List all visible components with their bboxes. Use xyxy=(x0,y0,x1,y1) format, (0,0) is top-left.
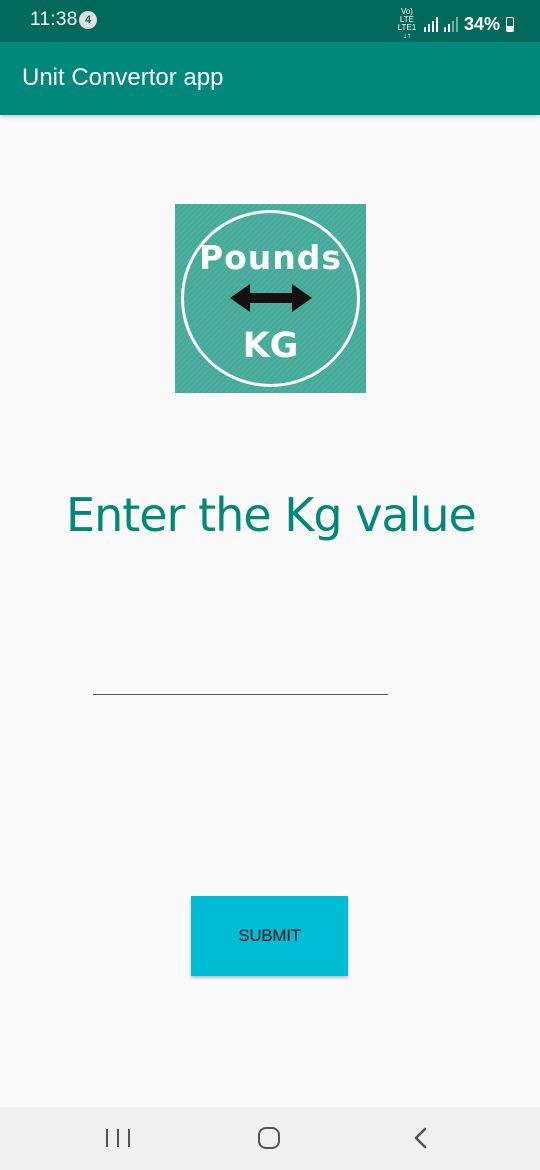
logo-bottom-text: KG xyxy=(242,326,299,366)
network-label-top: Vo) LTE xyxy=(399,7,414,24)
app-bar: Unit Convertor app xyxy=(0,42,540,115)
battery-percentage: 34% xyxy=(463,13,500,34)
submit-button[interactable]: SUBMIT xyxy=(191,896,348,976)
battery-icon xyxy=(506,16,514,32)
pounds-kg-logo: Pounds KG xyxy=(175,204,366,393)
kg-value-input[interactable] xyxy=(93,655,388,695)
network-type-icon: Vo) LTE LTE1 ↓↑ xyxy=(396,8,418,40)
navigation-bar xyxy=(0,1107,540,1170)
kg-prompt-heading: Enter the Kg value xyxy=(66,488,477,542)
back-icon[interactable] xyxy=(410,1126,432,1150)
app-title: Unit Convertor app xyxy=(22,64,224,91)
status-time: 11:38 xyxy=(30,9,78,30)
signal-strength-icon xyxy=(423,16,438,32)
signal-strength-secondary-icon xyxy=(443,16,458,32)
status-bar: 11:38 4 Vo) LTE LTE1 ↓↑ 34% xyxy=(0,0,540,42)
logo-top-text: Pounds xyxy=(198,238,343,277)
home-icon[interactable] xyxy=(258,1127,280,1149)
notification-count-badge: 4 xyxy=(79,11,97,29)
recents-icon[interactable] xyxy=(106,1128,130,1148)
status-indicators: Vo) LTE LTE1 ↓↑ 34% xyxy=(396,8,514,40)
app-screen: 11:38 4 Vo) LTE LTE1 ↓↑ 34% Unit Convert… xyxy=(0,0,540,1170)
double-arrow-icon xyxy=(230,284,312,312)
network-label-bottom: LTE1 ↓↑ xyxy=(397,23,417,40)
